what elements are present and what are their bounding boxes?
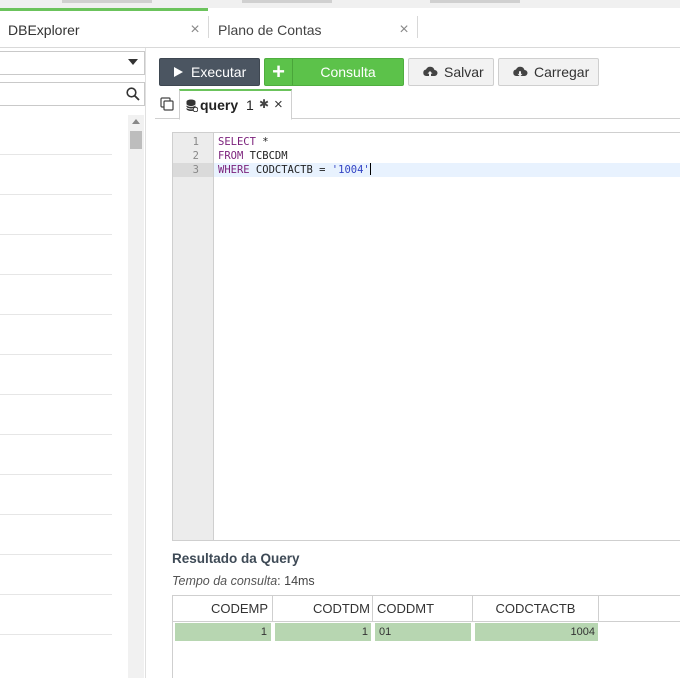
code-line-active[interactable]: WHERE CODCTACTB = '1004' [214, 163, 680, 177]
database-icon [186, 99, 198, 112]
scroll-thumb[interactable] [130, 131, 142, 149]
list-scrollbar[interactable] [128, 115, 144, 678]
column-header-codctactb[interactable]: CODCTACTB [473, 596, 599, 622]
sql-keyword: SELECT [218, 136, 256, 148]
list-item[interactable] [0, 275, 112, 315]
tab-dbexplorer[interactable]: DBExplorer × [0, 8, 208, 48]
sql-editor[interactable]: 1 2 3 SELECT * FROM TCBCDM WHERE CODCTAC… [172, 132, 680, 541]
table-cell[interactable]: 01 [375, 623, 471, 641]
list-item[interactable] [0, 235, 112, 275]
code-line[interactable]: FROM TCBCDM [214, 149, 680, 163]
list-item[interactable] [0, 515, 112, 555]
line-number: 1 [192, 136, 199, 148]
table-row[interactable]: 1 1 01 1004 [173, 623, 680, 641]
sql-text: CODCTACTB = [249, 164, 332, 176]
line-number: 2 [192, 150, 199, 162]
tab-query-1[interactable]: query 1 ✱ × [179, 89, 292, 120]
query-time: Tempo da consulta: 14ms [172, 574, 315, 588]
modified-icon: ✱ [259, 97, 270, 111]
tab-label: Plano de Contas [218, 21, 322, 38]
query-button[interactable]: + Consulta [264, 58, 404, 86]
left-panel [0, 48, 146, 678]
execute-button[interactable]: Executar [159, 58, 260, 86]
copy-icon[interactable] [160, 97, 174, 111]
strip-mark [62, 0, 152, 3]
line-number: 3 [173, 163, 213, 177]
object-list [0, 115, 112, 635]
strip-mark [242, 0, 332, 3]
plus-icon: + [265, 59, 293, 85]
sql-string: '1004' [331, 164, 370, 176]
play-icon [174, 67, 183, 77]
chevron-down-icon [128, 59, 138, 65]
search-input[interactable] [0, 82, 145, 106]
query-button-label: Consulta [320, 64, 376, 80]
load-button[interactable]: Carregar [498, 58, 599, 86]
tab-close-icon[interactable]: × [188, 21, 202, 39]
top-tab-bar: DBExplorer × Plano de Contas × [0, 0, 680, 48]
table-cell[interactable]: 1004 [475, 623, 598, 641]
tab-plano-de-contas[interactable]: Plano de Contas × [209, 8, 417, 48]
code-area[interactable]: SELECT * FROM TCBCDM WHERE CODCTACTB = '… [214, 135, 680, 177]
list-item[interactable] [0, 195, 112, 235]
tab-label: DBExplorer [8, 21, 80, 38]
execute-button-label: Executar [191, 64, 247, 80]
code-line[interactable]: SELECT * [214, 135, 680, 149]
column-header-codemp[interactable]: CODEMP [173, 596, 273, 622]
list-item[interactable] [0, 555, 112, 595]
query-time-value: : 14ms [277, 574, 315, 588]
list-item[interactable] [0, 115, 112, 155]
sql-keyword: FROM [218, 150, 244, 162]
search-icon[interactable] [126, 87, 140, 101]
list-item[interactable] [0, 475, 112, 515]
results-grid: CODEMP CODTDM CODDMT CODCTACTB 1 1 01 10… [172, 595, 680, 678]
strip-mark [430, 0, 520, 3]
list-item[interactable] [0, 395, 112, 435]
database-select[interactable] [0, 51, 145, 75]
column-header-codtdm[interactable]: CODTDM [273, 596, 373, 622]
cloud-upload-icon [423, 66, 438, 76]
tab-close-icon[interactable]: × [397, 21, 411, 39]
text-cursor [369, 163, 371, 175]
top-strip [0, 0, 680, 8]
list-item[interactable] [0, 155, 112, 195]
table-cell[interactable]: 1 [275, 623, 371, 641]
sql-keyword: WHERE [218, 164, 250, 176]
results-title: Resultado da Query [172, 551, 300, 566]
query-time-label: Tempo da consulta [172, 574, 278, 588]
list-item[interactable] [0, 435, 112, 475]
query-tab-number: 1 [246, 97, 254, 113]
tab-divider [417, 16, 418, 38]
scroll-up-icon[interactable] [132, 119, 140, 124]
save-button-label: Salvar [444, 64, 484, 80]
list-item[interactable] [0, 315, 112, 355]
list-item[interactable] [0, 595, 112, 635]
line-number-gutter: 1 2 3 [173, 133, 214, 540]
list-item[interactable] [0, 355, 112, 395]
cloud-download-icon [513, 66, 528, 77]
load-button-label: Carregar [534, 64, 590, 80]
query-tab-bar: query 1 ✱ × [155, 89, 680, 120]
sql-text: * [255, 136, 269, 148]
query-tab-label: query [200, 97, 239, 113]
results-header-row: CODEMP CODTDM CODDMT CODCTACTB [173, 596, 680, 622]
save-button[interactable]: Salvar [408, 58, 494, 86]
column-header-coddmt[interactable]: CODDMT [373, 596, 473, 622]
close-icon[interactable]: × [274, 96, 283, 113]
sql-text: TCBCDM [243, 150, 288, 162]
table-cell[interactable]: 1 [175, 623, 271, 641]
